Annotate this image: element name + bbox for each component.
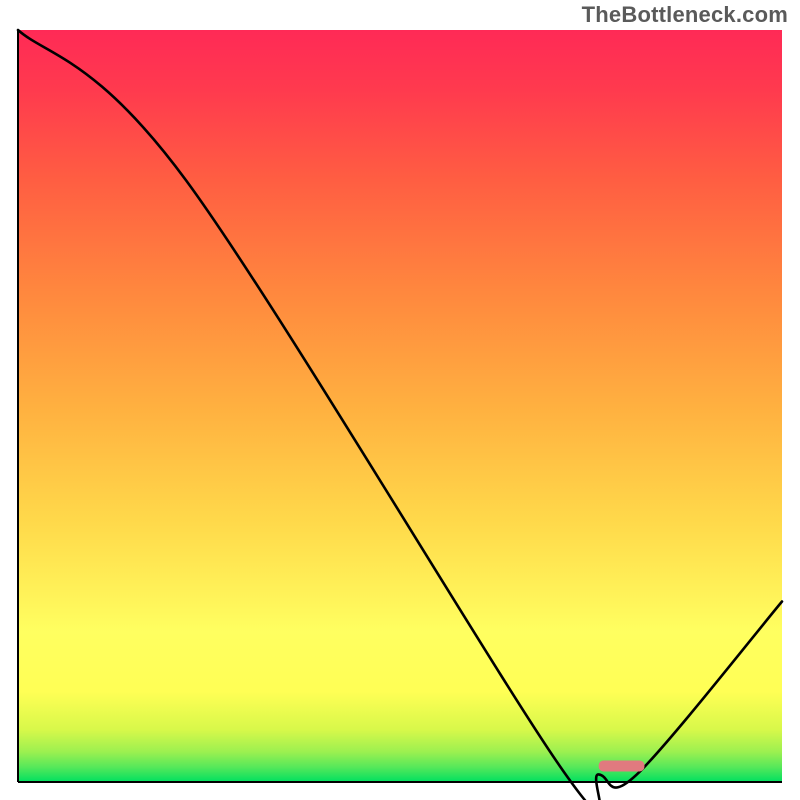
bottleneck-chart — [0, 0, 800, 800]
chart-frame: TheBottleneck.com — [0, 0, 800, 800]
optimal-range-marker — [599, 760, 645, 771]
plot-background — [18, 30, 782, 782]
